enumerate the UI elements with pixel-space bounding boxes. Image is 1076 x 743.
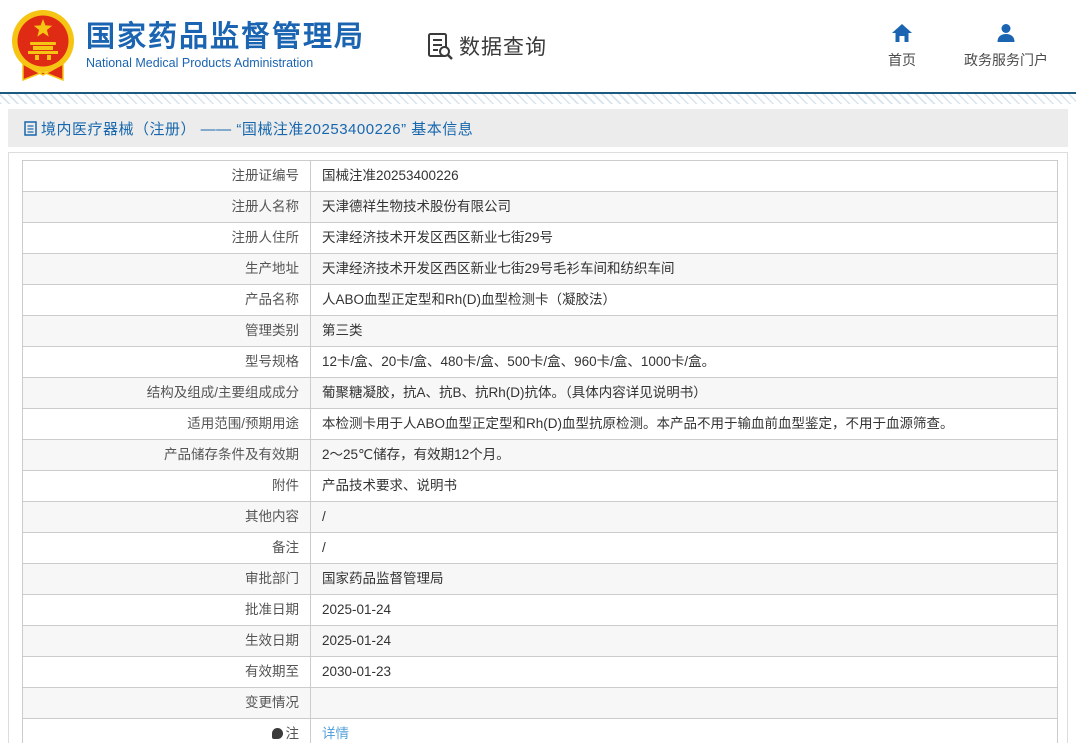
table-row: 适用范围/预期用途 本检测卡用于人ABO血型正定型和Rh(D)血型抗原检测。本产… [22, 408, 1058, 440]
row-value: 产品技术要求、说明书 [310, 470, 1058, 502]
row-label: 变更情况 [22, 687, 311, 719]
row-label: 注 [22, 718, 311, 743]
brand-link[interactable]: 国家药品监督管理局 National Medical Products Admi… [10, 6, 365, 86]
row-value: 天津经济技术开发区西区新业七街29号毛衫车间和纺织车间 [310, 253, 1058, 285]
row-value: 2025-01-24 [310, 594, 1058, 626]
row-value: 2030-01-23 [310, 656, 1058, 688]
row-value: 国家药品监督管理局 [310, 563, 1058, 595]
nav-home-label: 首页 [888, 51, 916, 68]
row-value: / [310, 532, 1058, 564]
content-panel: 注册证编号 国械注准20253400226 注册人名称 天津德祥生物技术股份有限… [8, 152, 1068, 743]
row-value: 第三类 [310, 315, 1058, 347]
breadcrumb-label: 境内医疗器械（注册） —— “国械注准20253400226” 基本信息 [41, 120, 474, 138]
row-label: 生产地址 [22, 253, 311, 285]
national-emblem-icon [12, 10, 74, 82]
nav-gov-portal[interactable]: 政务服务门户 [964, 23, 1048, 70]
data-query-label: 数据查询 [459, 36, 548, 59]
hatched-divider [0, 94, 1076, 104]
nav-gov-portal-label: 政务服务门户 [964, 51, 1048, 68]
table-row: 型号规格 12卡/盒、20卡/盒、480卡/盒、500卡/盒、960卡/盒、10… [22, 346, 1058, 378]
row-label: 产品储存条件及有效期 [22, 439, 311, 471]
row-label: 型号规格 [22, 346, 311, 378]
home-icon [892, 23, 912, 42]
table-row: 备注 / [22, 532, 1058, 564]
table-row: 附件 产品技术要求、说明书 [22, 470, 1058, 502]
table-row: 注册证编号 国械注准20253400226 [22, 160, 1058, 192]
org-name-zh: 国家药品监督管理局 [86, 20, 366, 53]
table-row: 变更情况 [22, 687, 1058, 719]
table-row: 批准日期 2025-01-24 [22, 594, 1058, 626]
data-query-link[interactable]: 数据查询 [427, 31, 547, 61]
row-label: 备注 [22, 532, 311, 564]
row-value: 天津经济技术开发区西区新业七街29号 [310, 222, 1058, 254]
table-row: 管理类别 第三类 [22, 315, 1058, 347]
row-value: 国械注准20253400226 [310, 160, 1058, 192]
table-row: 注册人名称 天津德祥生物技术股份有限公司 [22, 191, 1058, 223]
table-row: 产品储存条件及有效期 2～25℃储存，有效期12个月。 [22, 439, 1058, 471]
table-row: 产品名称 人ABO血型正定型和Rh(D)血型检测卡（凝胶法） [22, 284, 1058, 316]
user-icon [997, 23, 1015, 42]
detail-link[interactable]: 详情 [322, 726, 349, 741]
row-label: 管理类别 [22, 315, 311, 347]
document-icon [24, 120, 37, 136]
note-icon [271, 728, 283, 740]
row-label: 其他内容 [22, 501, 311, 533]
table-row: 审批部门 国家药品监督管理局 [22, 563, 1058, 595]
table-row: 其他内容 / [22, 501, 1058, 533]
row-value: 详情 [310, 718, 1058, 743]
row-label: 附件 [22, 470, 311, 502]
row-label: 注册人住所 [22, 222, 311, 254]
row-label: 注册人名称 [22, 191, 311, 223]
row-value: 人ABO血型正定型和Rh(D)血型检测卡（凝胶法） [310, 284, 1058, 316]
row-label: 生效日期 [22, 625, 311, 657]
table-row: 注册人住所 天津经济技术开发区西区新业七街29号 [22, 222, 1058, 254]
row-label: 审批部门 [22, 563, 311, 595]
breadcrumb-bar: 境内医疗器械（注册） —— “国械注准20253400226” 基本信息 [8, 109, 1068, 147]
site-header: 国家药品监督管理局 National Medical Products Admi… [0, 0, 1076, 94]
org-title-block: 国家药品监督管理局 National Medical Products Admi… [86, 20, 366, 71]
registration-table: 注册证编号 国械注准20253400226 注册人名称 天津德祥生物技术股份有限… [22, 160, 1058, 743]
table-row: 生产地址 天津经济技术开发区西区新业七街29号毛衫车间和纺织车间 [22, 253, 1058, 285]
row-label: 有效期至 [22, 656, 311, 688]
row-value: 葡聚糖凝胶，抗A、抗B、抗Rh(D)抗体。（具体内容详见说明书） [310, 377, 1058, 409]
nav-home[interactable]: 首页 [888, 23, 916, 70]
row-value: 2025-01-24 [310, 625, 1058, 657]
row-label: 产品名称 [22, 284, 311, 316]
row-value: 本检测卡用于人ABO血型正定型和Rh(D)血型抗原检测。本产品不用于输血前血型鉴… [310, 408, 1058, 440]
doc-search-icon [428, 33, 453, 60]
org-name-en: National Medical Products Administration [86, 56, 314, 71]
row-label: 批准日期 [22, 594, 311, 626]
row-value: 天津德祥生物技术股份有限公司 [310, 191, 1058, 223]
table-row: 有效期至 2030-01-23 [22, 656, 1058, 688]
row-label: 适用范围/预期用途 [22, 408, 311, 440]
breadcrumb: 境内医疗器械（注册） —— “国械注准20253400226” 基本信息 [24, 118, 473, 139]
row-value: / [310, 501, 1058, 533]
row-value: 12卡/盒、20卡/盒、480卡/盒、500卡/盒、960卡/盒、1000卡/盒… [310, 346, 1058, 378]
registration-table-body: 注册证编号 国械注准20253400226 注册人名称 天津德祥生物技术股份有限… [22, 160, 1058, 743]
table-row: 注 详情 [22, 718, 1058, 743]
table-row: 生效日期 2025-01-24 [22, 625, 1058, 657]
row-label: 注册证编号 [22, 160, 311, 192]
row-value: 2～25℃储存，有效期12个月。 [310, 439, 1058, 471]
row-label: 结构及组成/主要组成成分 [22, 377, 311, 409]
table-row: 结构及组成/主要组成成分 葡聚糖凝胶，抗A、抗B、抗Rh(D)抗体。（具体内容详… [22, 377, 1058, 409]
row-value [310, 687, 1058, 719]
